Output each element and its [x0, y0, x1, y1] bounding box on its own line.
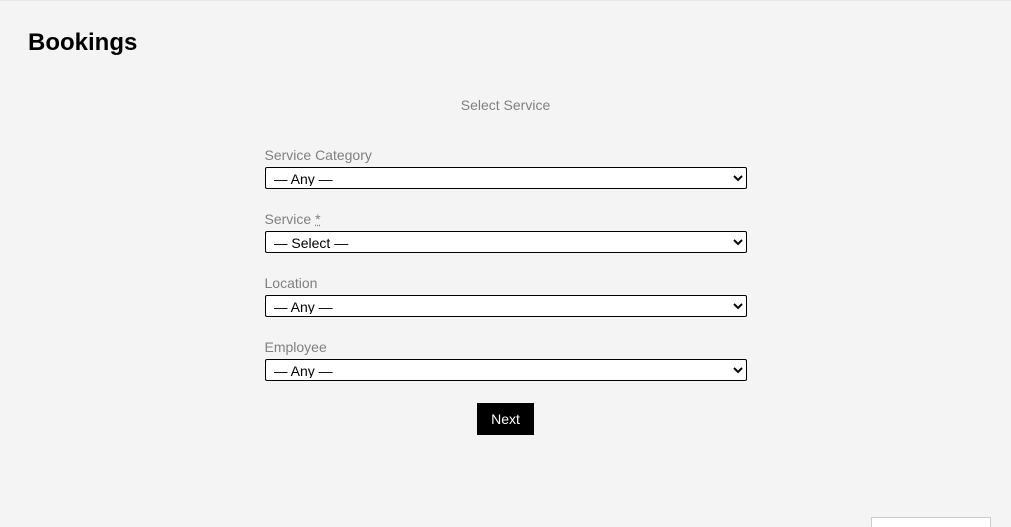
select-employee[interactable]: — Any —: [265, 359, 747, 381]
page-title: Bookings: [0, 1, 1011, 57]
field-group-location: Location — Any —: [265, 275, 747, 317]
select-service[interactable]: — Select —: [265, 231, 747, 253]
select-service-category[interactable]: — Any —: [265, 167, 747, 189]
field-group-service: Service * — Select —: [265, 211, 747, 253]
label-location: Location: [265, 275, 747, 291]
label-employee: Employee: [265, 339, 747, 355]
action-row: Next: [265, 403, 747, 435]
booking-form: Select Service Service Category — Any — …: [265, 97, 747, 435]
select-location[interactable]: — Any —: [265, 295, 747, 317]
required-asterisk: *: [315, 211, 320, 227]
field-group-employee: Employee — Any —: [265, 339, 747, 381]
label-service-category: Service Category: [265, 147, 747, 163]
section-heading: Select Service: [265, 97, 747, 113]
field-group-service-category: Service Category — Any —: [265, 147, 747, 189]
label-service: Service *: [265, 211, 747, 227]
next-button[interactable]: Next: [477, 403, 534, 435]
